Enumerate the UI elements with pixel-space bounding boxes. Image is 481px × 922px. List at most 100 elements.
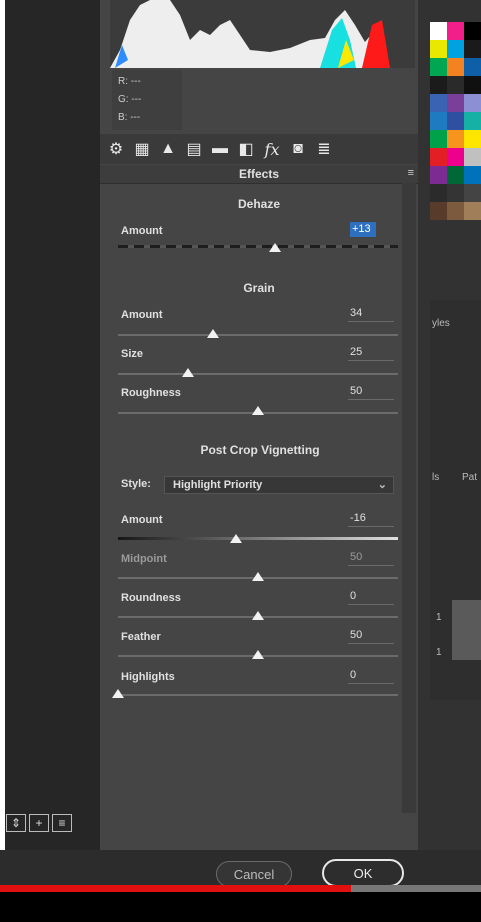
grain-size-thumb[interactable] [182, 368, 194, 377]
color-swatch[interactable] [447, 112, 464, 130]
layer-thumbnail [452, 600, 481, 660]
color-swatch[interactable] [430, 22, 447, 40]
color-swatch[interactable] [464, 202, 481, 220]
grain-roughness-thumb[interactable] [252, 406, 264, 415]
histogram [110, 0, 415, 68]
vignette-feather-thumb[interactable] [252, 650, 264, 659]
color-swatch[interactable] [464, 184, 481, 202]
dehaze-amount-value[interactable]: +13 [350, 222, 376, 237]
color-swatch[interactable] [447, 76, 464, 94]
ok-button[interactable]: OK [322, 859, 404, 887]
grain-amount-value[interactable]: 34 [348, 306, 394, 322]
rgb-readout: R: --- G: --- B: --- [112, 70, 182, 130]
panel-header: Effects ≡ [100, 165, 418, 184]
cancel-button[interactable]: Cancel [216, 861, 292, 887]
hsl-icon[interactable]: ▤ [184, 139, 204, 159]
swatches-panel [430, 22, 481, 262]
vignette-highlights-value[interactable]: 0 [348, 668, 394, 684]
collapse-icon[interactable]: ⇕ [6, 814, 26, 832]
color-swatch[interactable] [464, 76, 481, 94]
vignette-highlights-label: Highlights [121, 671, 175, 683]
color-swatch[interactable] [430, 76, 447, 94]
vignette-midpoint-label: Midpoint [121, 553, 167, 565]
vignette-amount-thumb[interactable] [229, 534, 242, 543]
color-swatch[interactable] [430, 202, 447, 220]
vignette-highlights-track[interactable] [118, 694, 398, 696]
grain-amount-label: Amount [121, 309, 163, 321]
layer-row-2[interactable]: 1 [436, 647, 442, 658]
color-swatch[interactable] [464, 58, 481, 76]
add-icon[interactable]: + [29, 814, 49, 832]
fx-icon[interactable]: fx [262, 140, 282, 159]
grain-amount-thumb[interactable] [207, 329, 220, 338]
vignette-amount-label: Amount [121, 514, 163, 526]
color-swatch[interactable] [430, 148, 447, 166]
vignette-feather-value[interactable]: 50 [348, 628, 394, 644]
video-controls [0, 892, 481, 922]
detail-icon[interactable]: ▲ [158, 140, 178, 158]
split-tone-icon[interactable]: ▬ [210, 140, 230, 158]
color-swatch[interactable] [464, 94, 481, 112]
vignette-roundness-value[interactable]: 0 [348, 589, 394, 605]
color-swatch[interactable] [430, 58, 447, 76]
lens-icon[interactable]: ◧ [236, 139, 256, 159]
settings-icon[interactable]: ≡ [52, 814, 72, 832]
vignette-midpoint-thumb[interactable] [252, 572, 264, 581]
color-swatch[interactable] [430, 40, 447, 58]
dehaze-amount-thumb[interactable] [268, 243, 281, 252]
color-swatch[interactable] [464, 112, 481, 130]
panel-scrollbar[interactable] [402, 183, 416, 813]
grain-amount-track[interactable] [118, 334, 398, 336]
color-swatch[interactable] [447, 58, 464, 76]
grain-roughness-value[interactable]: 50 [348, 384, 394, 400]
vignette-roundness-thumb[interactable] [252, 611, 264, 620]
g-value: G: --- [118, 94, 142, 105]
color-swatch[interactable] [430, 112, 447, 130]
chevron-down-icon: ⌄ [377, 479, 387, 491]
color-swatch[interactable] [447, 22, 464, 40]
color-swatch[interactable] [447, 148, 464, 166]
layer-row-1[interactable]: 1 [436, 612, 442, 623]
presets-icon[interactable]: ≣ [314, 139, 334, 159]
r-value: R: --- [118, 76, 141, 87]
left-toolbar: ⇕ + ≡ [6, 814, 72, 836]
color-swatch[interactable] [447, 40, 464, 58]
color-swatch[interactable] [430, 130, 447, 148]
color-swatch[interactable] [447, 184, 464, 202]
vignette-style-select[interactable]: Highlight Priority ⌄ [164, 476, 394, 494]
vignette-style-label: Style: [121, 478, 151, 490]
dehaze-amount-track[interactable] [118, 245, 398, 248]
grain-size-value[interactable]: 25 [348, 345, 394, 361]
grain-roughness-label: Roughness [121, 387, 181, 399]
dehaze-title: Dehaze [237, 197, 281, 211]
paths-tab[interactable]: Pat [462, 472, 477, 483]
video-progress-fill [0, 885, 352, 892]
color-swatch[interactable] [464, 148, 481, 166]
tone-curve-icon[interactable]: ▦ [132, 139, 152, 159]
vignette-highlights-thumb[interactable] [112, 689, 124, 698]
color-swatch[interactable] [464, 166, 481, 184]
styles-tab[interactable]: yles [432, 318, 450, 329]
panel-menu-icon[interactable]: ≡ [408, 167, 414, 179]
color-swatch[interactable] [430, 184, 447, 202]
left-edge [0, 0, 5, 922]
color-swatch[interactable] [447, 166, 464, 184]
color-swatch[interactable] [430, 166, 447, 184]
vignette-amount-track[interactable] [118, 537, 398, 540]
color-swatch[interactable] [447, 94, 464, 112]
gear-icon[interactable]: ⚙ [106, 139, 126, 159]
vignette-title: Post Crop Vignetting [200, 443, 320, 457]
layers-tab[interactable]: ls [432, 472, 439, 483]
camera-icon[interactable]: ◙ [288, 140, 308, 158]
vignette-midpoint-value[interactable]: 50 [348, 550, 394, 566]
color-swatch[interactable] [447, 202, 464, 220]
vignette-amount-value[interactable]: -16 [348, 511, 394, 527]
color-swatch[interactable] [430, 94, 447, 112]
color-swatch[interactable] [464, 22, 481, 40]
grain-title: Grain [243, 281, 275, 295]
color-swatch[interactable] [447, 130, 464, 148]
grain-size-track[interactable] [118, 373, 398, 375]
grain-size-label: Size [121, 348, 144, 360]
color-swatch[interactable] [464, 130, 481, 148]
color-swatch[interactable] [464, 40, 481, 58]
